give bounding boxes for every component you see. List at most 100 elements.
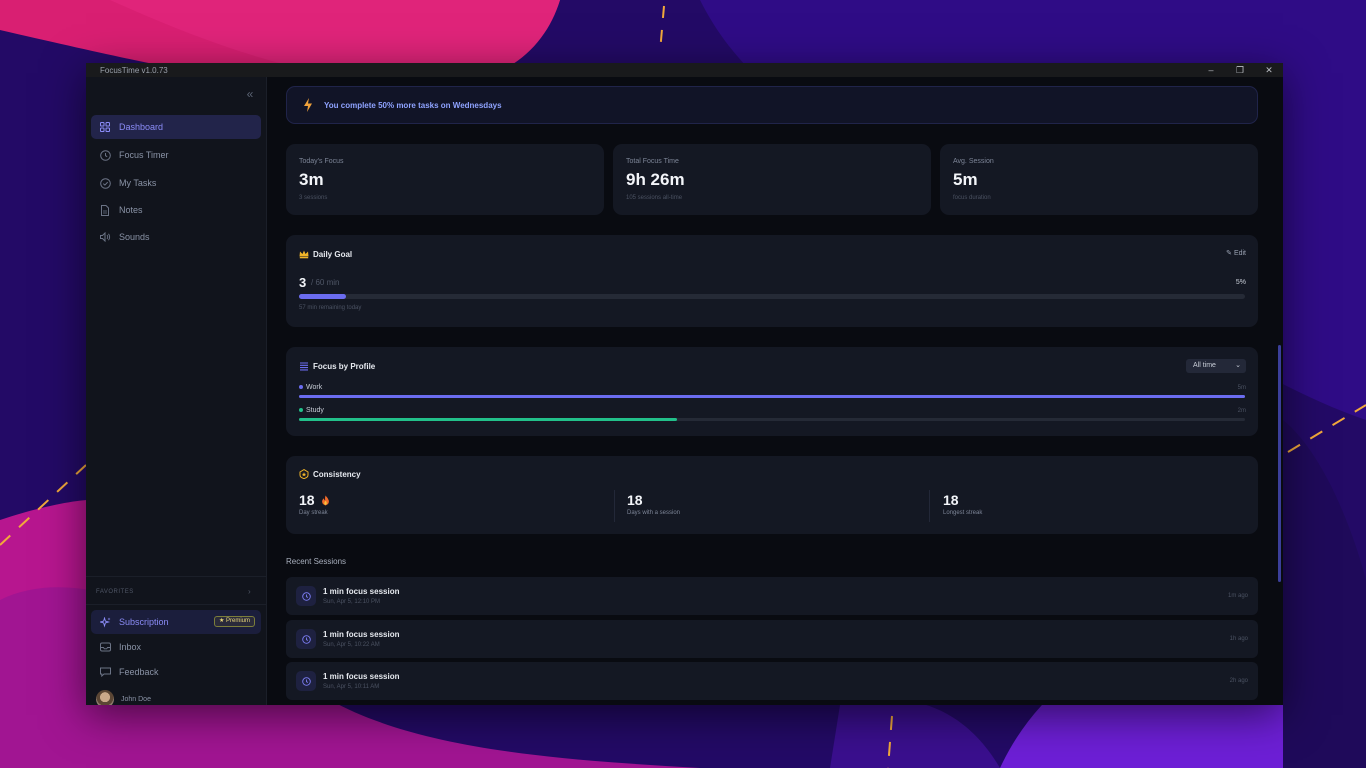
favorites-label: FAVORITES [96,589,134,595]
chevron-down-icon: ⌄ [1235,362,1241,369]
profile-bar-track [299,395,1245,398]
list-icon [300,362,308,371]
avatar [96,690,114,705]
close-icon[interactable]: ✕ [1262,64,1276,76]
shield-icon [299,469,309,479]
restore-icon[interactable]: ❐ [1233,64,1247,76]
session-date: Sun, Apr 5, 10:11 AM [323,684,380,690]
sidebar: « Dashboard Focus Timer My Tasks Notes S… [86,77,267,705]
daily-goal-title: Daily Goal [313,250,353,259]
check-circle-icon [98,176,112,190]
sidebar-item-label: Dashboard [119,122,164,132]
session-row[interactable]: 1 min focus session Sun, Apr 5, 10:11 AM… [286,662,1258,700]
document-icon [98,203,112,217]
divider [86,604,266,605]
minimize-icon[interactable]: – [1204,64,1218,76]
fire-icon [321,495,329,505]
profile-color-dot [299,408,303,412]
sidebar-item-label: Notes [119,205,143,215]
goal-current: 3 [299,275,307,290]
profile-name: Study [306,407,324,414]
stat-label: Total Focus Time [626,158,679,165]
clock-icon [296,629,316,649]
session-title: 1 min focus session [323,587,400,596]
consistency-days-with-session: 18 Days with a session [627,492,680,516]
session-ago: 1h ago [1229,636,1248,642]
collapse-sidebar-icon[interactable]: « [243,87,257,101]
streak-label: Longest streak [943,510,983,516]
session-row[interactable]: 1 min focus session Sun, Apr 5, 10:22 AM… [286,620,1258,658]
stat-card-total-focus: Total Focus Time 9h 26m 105 sessions all… [613,144,931,215]
sidebar-item-label: Sounds [119,232,150,242]
sidebar-item-subscription[interactable]: Subscription ★ Premium [91,610,261,634]
sidebar-item-notes[interactable]: Notes [91,198,261,222]
sidebar-item-feedback[interactable]: Feedback [91,660,261,684]
edit-label: Edit [1233,250,1246,257]
scrollbar[interactable] [1278,345,1281,582]
sidebar-item-label: Inbox [119,642,142,652]
stat-card-todays-focus: Today's Focus 3m 3 sessions [286,144,604,215]
goal-progress-fill [299,294,347,299]
consistency-day-streak: 18 Day streak [299,492,330,516]
stat-label: Avg. Session [953,158,994,165]
divider [86,576,266,577]
sidebar-item-label: Subscription [119,617,169,627]
sidebar-item-focus-timer[interactable]: Focus Timer [91,143,261,167]
sidebar-item-my-tasks[interactable]: My Tasks [91,171,261,195]
stat-card-avg-session: Avg. Session 5m focus duration [940,144,1258,215]
clock-icon [296,671,316,691]
session-title: 1 min focus session [323,630,400,639]
title-bar: FocusTime v1.0.73 – ❐ ✕ [86,63,1283,77]
daily-goal-card: Daily Goal ✎ Edit 3 / 60 min 5% 57 min r… [286,235,1258,327]
sidebar-item-sounds[interactable]: Sounds [91,225,261,249]
sidebar-item-inbox[interactable]: Inbox [91,635,261,659]
time-range-select[interactable]: All time ⌄ [1186,359,1246,373]
clock-icon [296,586,316,606]
session-ago: 1m ago [1227,593,1248,599]
stat-value: 3m [299,170,324,189]
session-row[interactable]: 1 min focus session Sun, Apr 5, 12:10 PM… [286,577,1258,615]
profile-bar-track [299,418,1245,421]
profile-value: 2m [1237,408,1246,414]
clock-icon [98,148,112,162]
divider [929,490,930,522]
insight-text: You complete 50% more tasks on Wednesday… [324,101,502,110]
stat-label: Today's Focus [299,158,344,165]
profile-bar-fill [299,395,1245,398]
grid-icon [98,120,112,134]
streak-value: 18 [943,492,959,508]
recent-sessions-title: Recent Sessions [286,557,347,566]
lightning-icon [304,98,312,112]
inbox-icon [98,640,112,654]
focus-by-profile-title: Focus by Profile [313,362,376,371]
window-title: FocusTime v1.0.73 [100,66,168,75]
profile-name: Work [306,384,323,391]
session-title: 1 min focus session [323,672,400,681]
user-profile[interactable]: John Doe [96,690,151,705]
app-window: FocusTime v1.0.73 – ❐ ✕ « Dashboard Focu… [86,63,1283,705]
goal-progress-track [299,294,1245,299]
profile-value: 5m [1237,385,1246,391]
stat-subtext: focus duration [953,195,991,201]
stat-value: 9h 26m [626,170,685,189]
streak-value: 18 [627,492,643,508]
streak-value: 18 [299,492,315,508]
divider [614,490,615,522]
sparkle-icon [98,615,112,629]
sidebar-item-dashboard[interactable]: Dashboard [91,115,261,139]
session-date: Sun, Apr 5, 10:22 AM [323,642,380,648]
sidebar-item-label: Focus Timer [119,150,169,160]
sidebar-item-label: My Tasks [119,178,157,188]
chevron-right-icon[interactable]: › [248,587,251,596]
streak-label: Days with a session [627,510,681,516]
consistency-title: Consistency [313,470,361,479]
edit-goal-button[interactable]: ✎ Edit [1226,249,1246,257]
consistency-longest-streak: 18 Longest streak [943,492,982,516]
goal-remaining: 57 min remaining today [299,305,362,311]
premium-badge-label: Premium [225,618,250,624]
session-ago: 2h ago [1229,678,1248,684]
speaker-icon [98,230,112,244]
user-name: John Doe [121,695,151,703]
crown-icon [299,250,309,259]
streak-label: Day streak [299,510,328,516]
